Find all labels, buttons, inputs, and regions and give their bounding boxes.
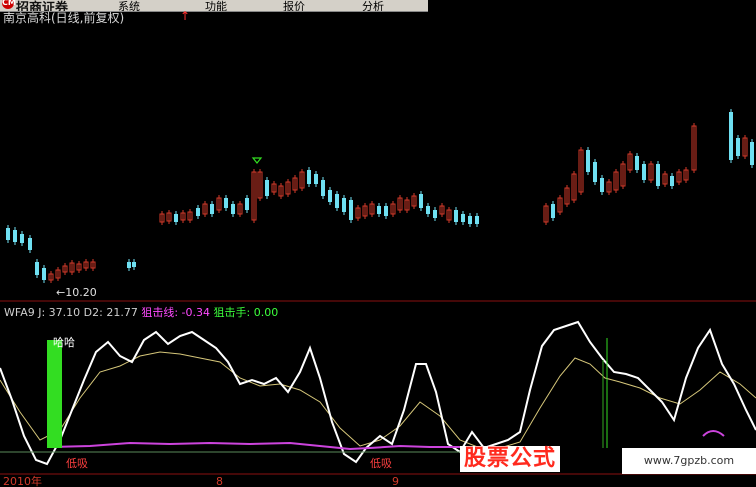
candle bbox=[335, 194, 339, 208]
candle bbox=[132, 262, 136, 267]
candle bbox=[384, 206, 388, 216]
candle bbox=[28, 238, 32, 250]
magenta-arc bbox=[702, 430, 725, 437]
candle bbox=[475, 216, 479, 224]
candle bbox=[656, 164, 660, 186]
candle bbox=[231, 204, 235, 214]
candle bbox=[127, 262, 131, 268]
candle bbox=[635, 156, 639, 170]
candle bbox=[586, 150, 590, 172]
candle bbox=[670, 176, 674, 186]
candle bbox=[419, 194, 423, 208]
candle bbox=[196, 208, 200, 216]
candle bbox=[210, 204, 214, 214]
candle bbox=[750, 142, 754, 165]
candle bbox=[433, 210, 437, 218]
signal-text: 哈哈 bbox=[53, 336, 75, 349]
candle bbox=[328, 190, 332, 202]
candle bbox=[349, 200, 353, 220]
zjx-value: 狙击线: -0.34 bbox=[141, 306, 210, 319]
zjs-value: 狙击手: 0.00 bbox=[213, 306, 279, 319]
candle bbox=[13, 230, 17, 242]
d2-value: D2: 21.77 bbox=[83, 306, 138, 319]
candle bbox=[35, 262, 39, 275]
candle bbox=[42, 268, 46, 280]
candle bbox=[174, 214, 178, 222]
candle bbox=[377, 206, 381, 214]
j-line bbox=[0, 320, 756, 466]
signal-bar bbox=[47, 340, 62, 448]
candle bbox=[729, 112, 733, 160]
candle bbox=[454, 210, 458, 222]
candle bbox=[468, 216, 472, 224]
buy-label-1: 低吸 bbox=[66, 457, 88, 470]
axis-month-9: 9 bbox=[392, 475, 399, 487]
candle bbox=[342, 198, 346, 212]
sniper-line bbox=[49, 441, 460, 451]
candle bbox=[736, 138, 740, 156]
candle bbox=[224, 198, 228, 208]
d-line bbox=[0, 351, 756, 449]
candle bbox=[461, 214, 465, 222]
candle bbox=[245, 198, 249, 210]
candle bbox=[20, 234, 24, 243]
axis-month-8: 8 bbox=[216, 475, 223, 487]
kline-chart[interactable]: ←10.20 哈哈 低吸 低吸 2010年 8 9 bbox=[0, 0, 756, 487]
candle bbox=[314, 174, 318, 184]
j-value: J: 37.10 bbox=[38, 306, 81, 319]
candle bbox=[642, 164, 646, 180]
candle bbox=[265, 180, 269, 196]
down-arrow-marker-icon bbox=[251, 157, 263, 164]
price-label: ←10.20 bbox=[56, 286, 97, 299]
candle bbox=[600, 178, 604, 192]
candle bbox=[6, 228, 10, 240]
candle bbox=[551, 204, 555, 218]
candle bbox=[321, 180, 325, 196]
candle bbox=[593, 162, 597, 182]
indicator-label: WFA9 J: 37.10 D2: 21.77 狙击线: -0.34 狙击手: … bbox=[4, 304, 278, 320]
watermark-url: www.7gpzb.com bbox=[622, 448, 756, 474]
axis-year: 2010年 bbox=[3, 474, 42, 487]
buy-label-2: 低吸 bbox=[370, 457, 392, 470]
candle bbox=[307, 170, 311, 184]
watermark-logo: 股票公式 bbox=[460, 446, 561, 472]
candle bbox=[426, 206, 430, 214]
indicator-name: WFA9 bbox=[4, 306, 35, 319]
candlestick-series bbox=[6, 109, 754, 283]
